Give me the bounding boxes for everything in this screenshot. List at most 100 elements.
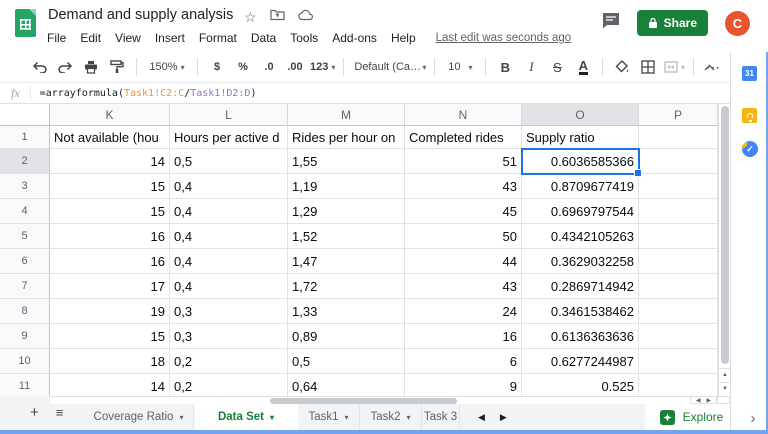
column-header-L[interactable]: L [170,104,288,126]
cell-N6[interactable]: 44 [405,249,522,274]
cell-O2[interactable]: 0.6036585366 [522,149,639,174]
cell-M10[interactable]: 0,5 [288,349,405,374]
cell-L3[interactable]: 0,4 [170,174,288,199]
row-header-10[interactable]: 10 [0,349,50,374]
cell-O4[interactable]: 0.6969797544 [522,199,639,224]
document-title[interactable]: Demand and supply analysis [48,7,233,23]
all-sheets-menu-button[interactable]: ≡ [56,405,64,420]
cell-N11[interactable]: 9 [405,374,522,396]
cell-N4[interactable]: 45 [405,199,522,224]
decrease-decimal-button[interactable]: .0 [258,56,280,78]
cell-L4[interactable]: 0,4 [170,199,288,224]
menu-tools[interactable]: Tools [290,31,318,45]
cell-M5[interactable]: 1,52 [288,224,405,249]
formula-bar[interactable]: fx =arrayformula(Task1!C2:C/Task1!D2:D) [0,82,730,104]
cell-N3[interactable]: 43 [405,174,522,199]
strikethrough-button[interactable]: S [546,56,568,78]
cell-K11[interactable]: 14 [50,374,170,396]
cell-L9[interactable]: 0,3 [170,324,288,349]
cell-N10[interactable]: 6 [405,349,522,374]
row-header-9[interactable]: 9 [0,324,50,349]
menu-help[interactable]: Help [391,31,416,45]
cell-L6[interactable]: 0,4 [170,249,288,274]
cell-P8[interactable] [639,299,718,324]
cell-O11[interactable]: 0.525 [522,374,639,396]
cell-O5[interactable]: 0.4342105263 [522,224,639,249]
row-header-3[interactable]: 3 [0,174,50,199]
cloud-status-icon[interactable] [297,8,314,26]
cell-P11[interactable] [639,374,718,396]
cell-O8[interactable]: 0.3461538462 [522,299,639,324]
calendar-icon[interactable]: 31 [742,66,757,81]
cell-L7[interactable]: 0,4 [170,274,288,299]
cell-K5[interactable]: 16 [50,224,170,249]
share-button[interactable]: Share [636,10,708,36]
cell-N7[interactable]: 43 [405,274,522,299]
text-color-button[interactable]: A [578,59,589,75]
cell-N2[interactable]: 51 [405,149,522,174]
sheet-tab-task-3[interactable]: Task 3 [422,404,460,430]
menu-view[interactable]: View [115,31,141,45]
row-header-5[interactable]: 5 [0,224,50,249]
scroll-left-icon[interactable]: ◀ [696,397,701,404]
keep-icon[interactable] [742,108,757,123]
tab-scroll-left-icon[interactable]: ◀ [478,412,485,423]
cell-O3[interactable]: 0.8709677419 [522,174,639,199]
formula-text[interactable]: =arrayformula(Task1!C2:C/Task1!D2:D) [40,88,257,99]
cell-M8[interactable]: 1,33 [288,299,405,324]
horizontal-scrollbar[interactable] [50,396,690,404]
last-edit-link[interactable]: Last edit was seconds ago [436,32,572,44]
font-size-select[interactable]: 10 ▾ [443,56,477,78]
cell-O9[interactable]: 0.6136363636 [522,324,639,349]
select-all-corner[interactable] [0,104,50,126]
cell-M11[interactable]: 0,64 [288,374,405,396]
account-avatar[interactable]: C [725,10,750,36]
cell-M6[interactable]: 1,47 [288,249,405,274]
column-header-P[interactable]: P [639,104,718,126]
cell-M9[interactable]: 0,89 [288,324,405,349]
sheet-tab-data-set[interactable]: Data Set ▾ [194,404,298,430]
row-header-4[interactable]: 4 [0,199,50,224]
cell-O1[interactable]: Supply ratio [522,126,639,149]
fill-color-button[interactable] [611,56,633,78]
sheets-logo-icon[interactable] [15,9,36,37]
add-sheet-button[interactable]: + [30,404,39,421]
cell-O10[interactable]: 0.6277244987 [522,349,639,374]
cell-P3[interactable] [639,174,718,199]
cell-K7[interactable]: 17 [50,274,170,299]
cell-K4[interactable]: 15 [50,199,170,224]
cell-L1[interactable]: Hours per active d [170,126,288,149]
cell-P10[interactable] [639,349,718,374]
zoom-select[interactable]: 150% ▾ [145,56,189,78]
comment-icon[interactable] [602,12,620,34]
tab-scroll-right-icon[interactable]: ▶ [500,412,507,423]
row-header-1[interactable]: 1 [0,126,50,149]
vertical-scrollbar[interactable]: ▲ ▼ [718,104,731,396]
undo-button[interactable] [28,56,50,78]
cell-K1[interactable]: Not available (hou [50,126,170,149]
row-header-6[interactable]: 6 [0,249,50,274]
font-select[interactable]: Default (Ca… ▾ [352,56,426,78]
italic-button[interactable]: I [520,56,542,78]
cell-K2[interactable]: 14 [50,149,170,174]
borders-button[interactable] [637,56,659,78]
cell-N9[interactable]: 16 [405,324,522,349]
cell-M1[interactable]: Rides per hour on [288,126,405,149]
cell-L11[interactable]: 0,2 [170,374,288,396]
cell-K3[interactable]: 15 [50,174,170,199]
sheet-tab-coverage-ratio[interactable]: Coverage Ratio ▾ [84,404,194,430]
cell-O7[interactable]: 0.2869714942 [522,274,639,299]
row-header-7[interactable]: 7 [0,274,50,299]
cell-M2[interactable]: 1,55 [288,149,405,174]
sheet-tab-task1[interactable]: Task1 ▾ [298,404,360,430]
cell-N1[interactable]: Completed rides [405,126,522,149]
cell-P4[interactable] [639,199,718,224]
menu-data[interactable]: Data [251,31,276,45]
vertical-scrollbar-thumb[interactable] [721,106,729,364]
bold-button[interactable]: B [494,56,516,78]
cell-K9[interactable]: 15 [50,324,170,349]
cell-L2[interactable]: 0,5 [170,149,288,174]
column-header-K[interactable]: K [50,104,170,126]
menu-insert[interactable]: Insert [155,31,185,45]
menu-edit[interactable]: Edit [80,31,101,45]
